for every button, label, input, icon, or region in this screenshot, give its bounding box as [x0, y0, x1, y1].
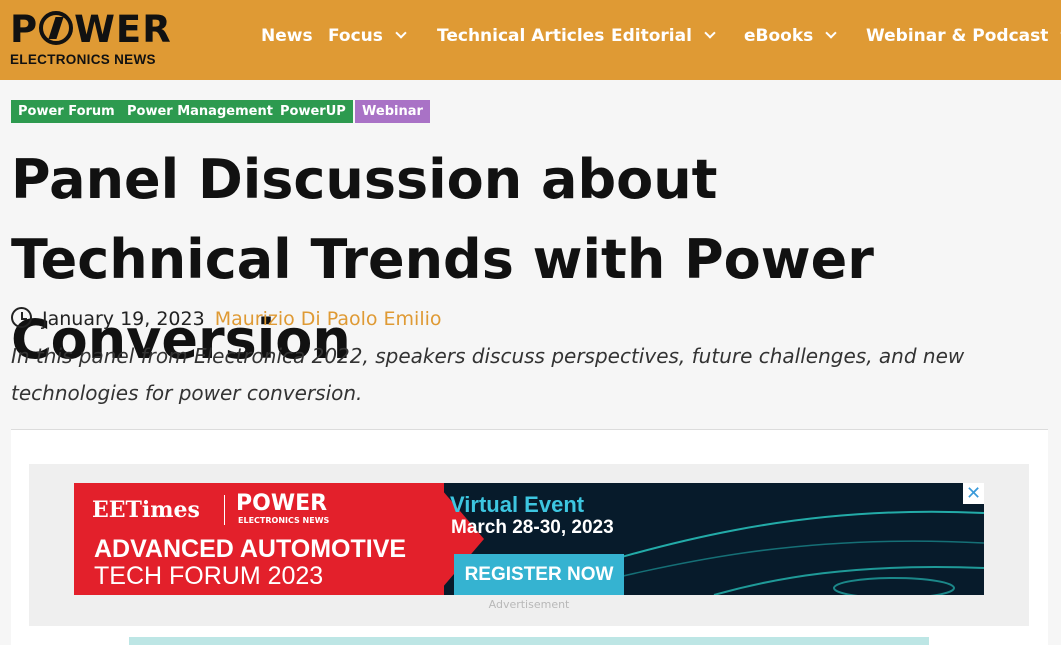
lightning-bolt-icon [39, 11, 74, 45]
chevron-down-icon [825, 27, 837, 39]
nav-news[interactable]: News [261, 26, 313, 50]
article-dek: In this panel from Electronica 2022, spe… [11, 344, 965, 405]
logo-wordmark: P WER [10, 8, 172, 51]
ad-power-subtitle: ELECTRONICS NEWS [238, 516, 330, 525]
article-date: January 19, 2023 [42, 308, 205, 330]
site-header: P WER ELECTRONICS NEWS News Focus Technic… [0, 0, 1061, 80]
logo-subtitle: ELECTRONICS NEWS [10, 52, 156, 67]
nav-ebooks[interactable]: eBooks [744, 26, 837, 50]
close-icon[interactable]: ✕ [963, 483, 984, 504]
nav-technical-articles[interactable]: Technical Articles [437, 26, 604, 50]
clock-icon [11, 307, 32, 328]
nav-editorial[interactable]: Editorial [611, 26, 716, 50]
ad-headline-2: TECH FORUM 2023 [94, 562, 324, 590]
ad-dates: March 28-30, 2023 [451, 517, 614, 538]
ad-power-logo: POWER [236, 491, 328, 516]
ad-headline-1: ADVANCED AUTOMOTIVE [94, 535, 407, 563]
ad-eetimes-logo: EETimes [92, 497, 200, 523]
article-meta: January 19, 2023 Maurizio Di Paolo Emilio [11, 306, 442, 332]
nav-webinar-podcast[interactable]: Webinar & Podcast [866, 26, 1061, 50]
ad-virtual-event: Virtual Event [450, 492, 585, 517]
tag-webinar[interactable]: Webinar [355, 100, 430, 123]
ad-banner[interactable]: EETimes POWER ELECTRONICS NEWS ADVANCED … [74, 483, 984, 595]
tag-power-forum[interactable]: Power Forum [11, 100, 122, 123]
author-link[interactable]: Maurizio Di Paolo Emilio [215, 308, 442, 330]
register-now-button[interactable]: REGISTER NOW [454, 554, 624, 595]
chevron-down-icon [395, 27, 407, 39]
tag-powerup[interactable]: PowerUP [273, 100, 353, 123]
chevron-down-icon [704, 27, 716, 39]
site-logo[interactable]: P WER ELECTRONICS NEWS [10, 10, 195, 70]
ad-label: Advertisement [488, 598, 570, 611]
ad-separator [224, 495, 225, 525]
nav-focus[interactable]: Focus [328, 26, 407, 50]
tag-power-management[interactable]: Power Management [120, 100, 280, 123]
next-content-block [129, 637, 929, 645]
